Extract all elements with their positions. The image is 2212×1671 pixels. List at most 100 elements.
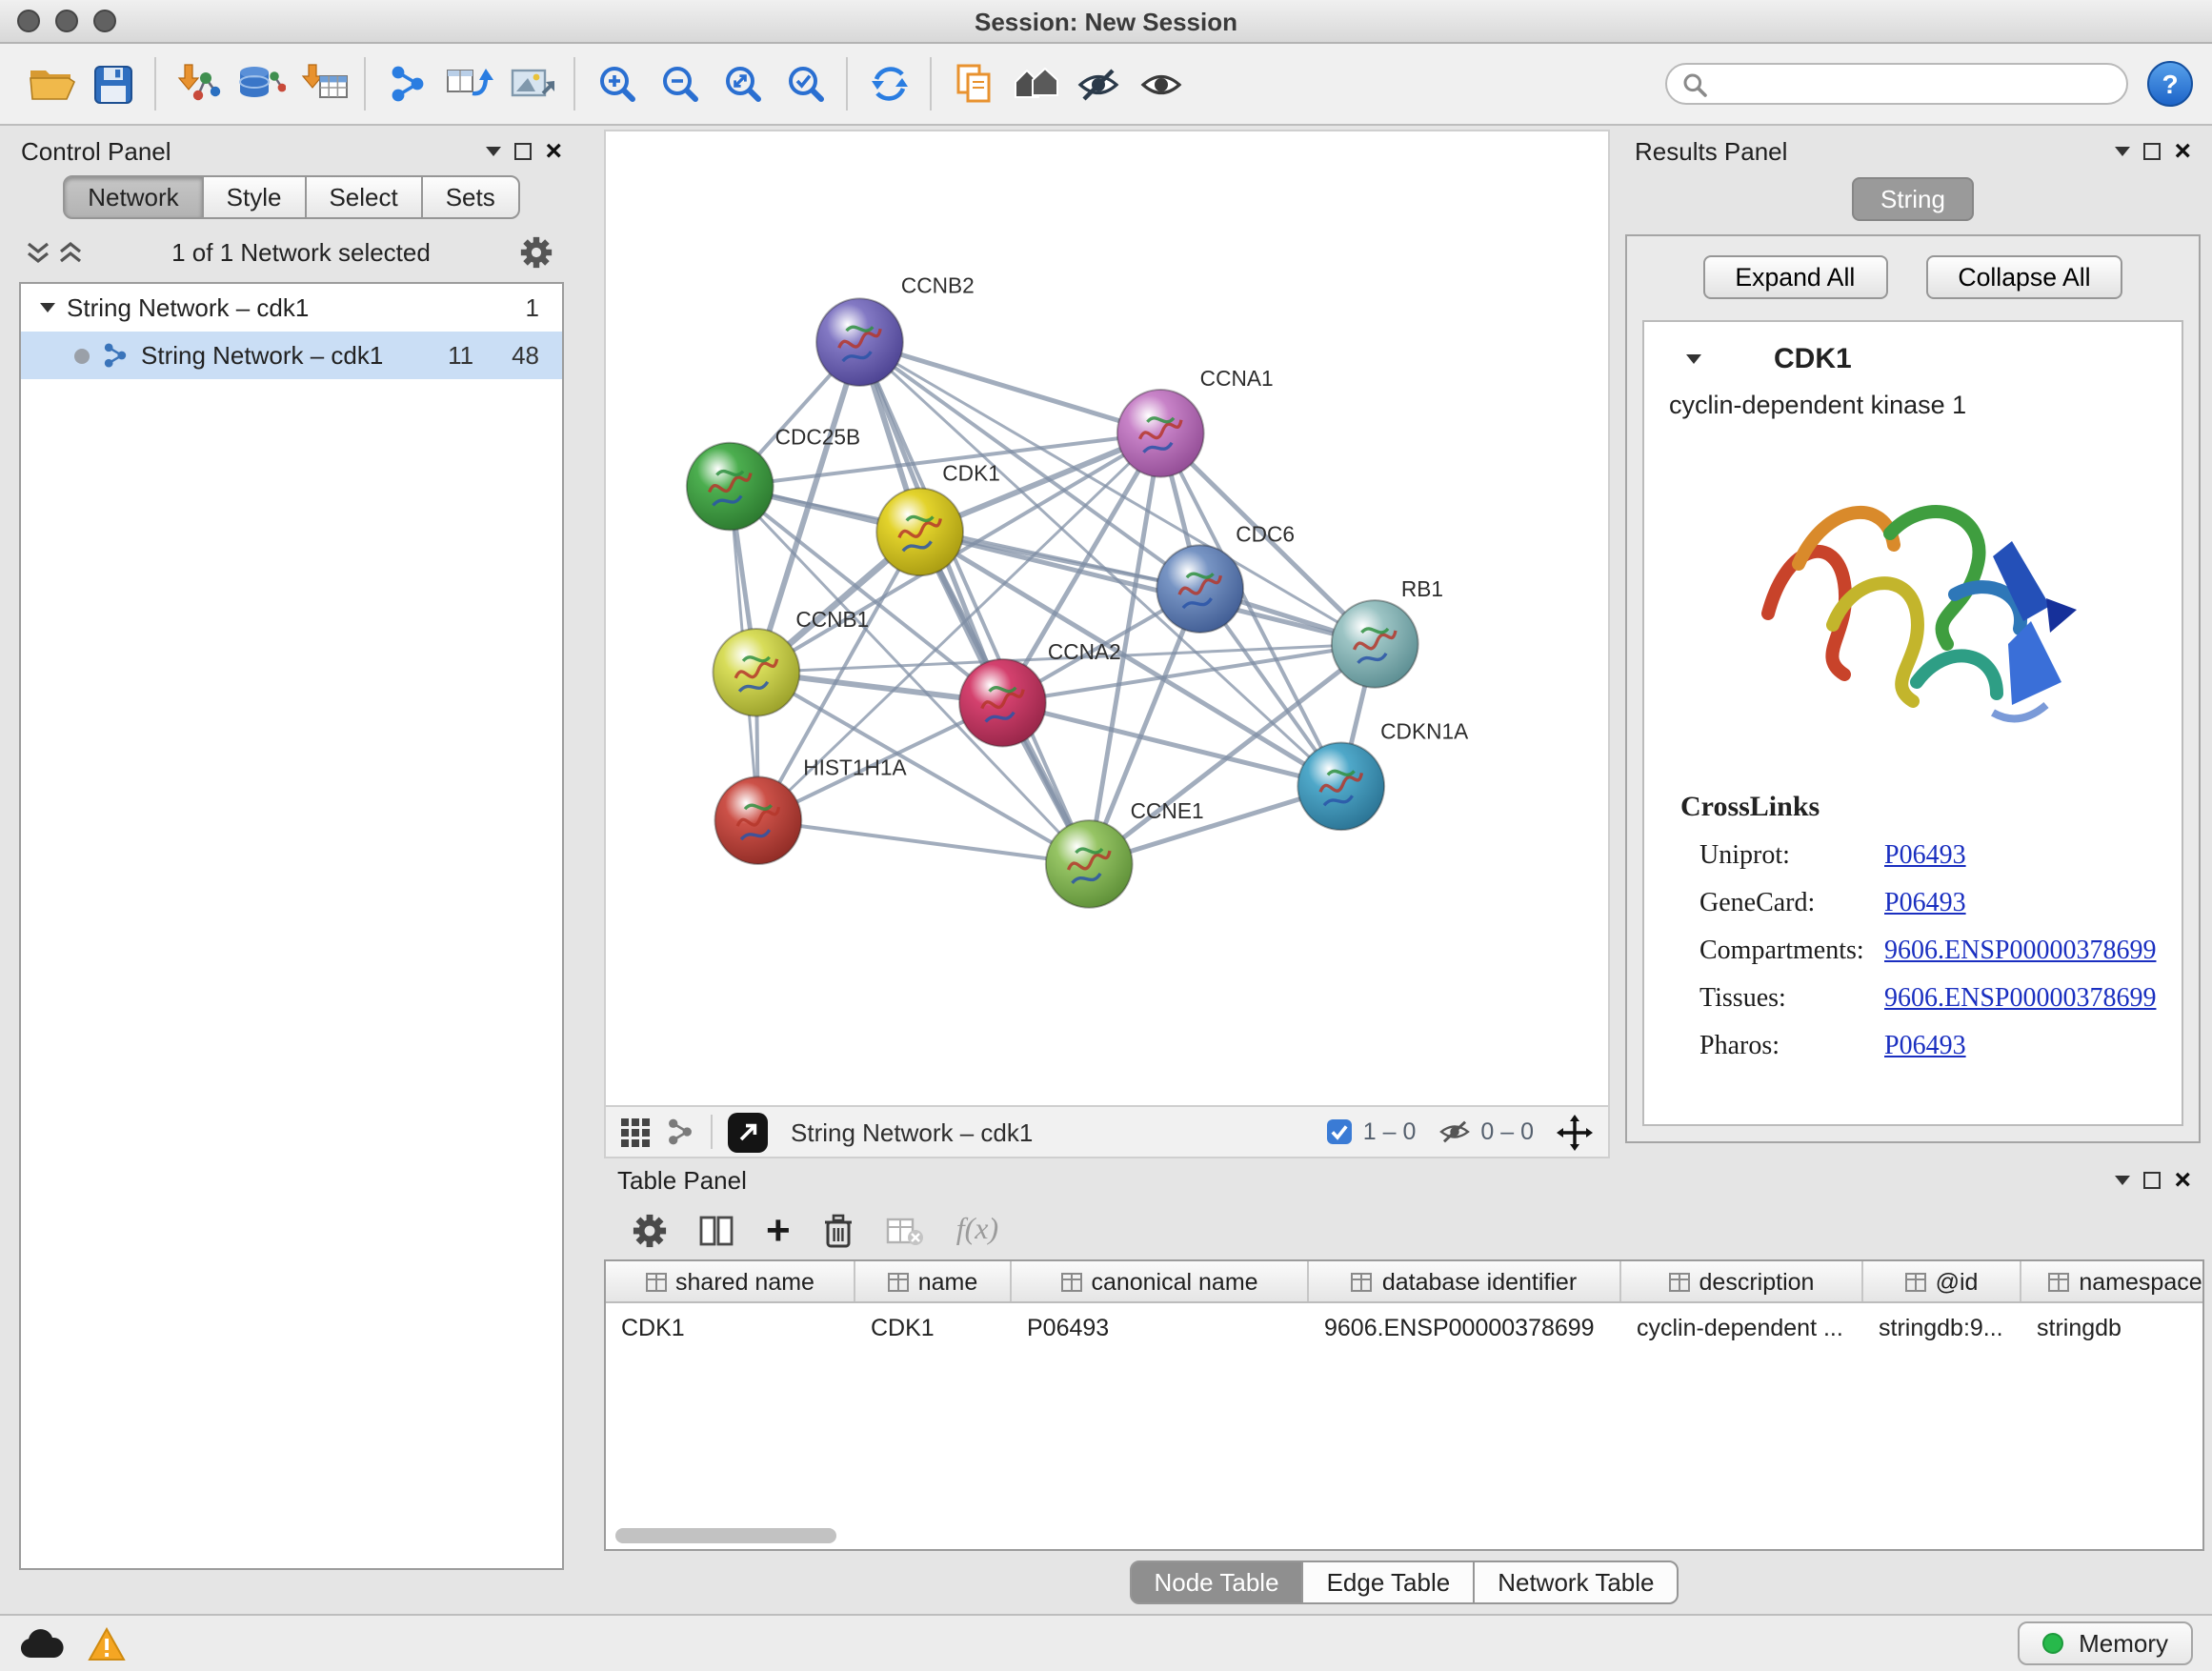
cell-description[interactable]: cyclin-dependent ... xyxy=(1621,1314,1863,1340)
duplicate-page-button[interactable] xyxy=(941,51,1004,116)
results-panel-title: Results Panel xyxy=(1635,136,1787,165)
disclosure-triangle-icon[interactable] xyxy=(40,303,55,312)
import-network-database-button[interactable] xyxy=(229,51,292,116)
panel-float-icon[interactable] xyxy=(2143,1171,2161,1188)
network-row[interactable]: String Network – cdk1 11 48 xyxy=(21,332,562,379)
new-network-button[interactable] xyxy=(375,51,438,116)
import-network-database-icon xyxy=(235,63,285,105)
delete-table-icon-disabled[interactable] xyxy=(886,1215,924,1245)
network-edge-HIST1H1A-CCNE1[interactable] xyxy=(758,820,1089,864)
show-columns-icon[interactable] xyxy=(699,1215,734,1245)
zoom-selected-button[interactable] xyxy=(774,51,836,116)
expand-all-button[interactable]: Expand All xyxy=(1702,255,1887,299)
table-settings-gear-icon[interactable] xyxy=(633,1213,667,1247)
open-session-button[interactable] xyxy=(19,51,82,116)
zoom-in-icon xyxy=(595,63,637,105)
column-header-name[interactable]: name xyxy=(855,1261,1012,1301)
network-canvas[interactable]: CCNB2CCNA1CDC25BCDK1CDC6RB1CCNB1CCNA2CDK… xyxy=(604,130,1610,1107)
tab-style[interactable]: Style xyxy=(202,175,307,219)
panel-collapse-icon[interactable] xyxy=(2115,1175,2130,1184)
expand-all-icon[interactable] xyxy=(59,240,82,265)
network-edge-CCNB2-CCNA1[interactable] xyxy=(859,342,1160,433)
hide-selected-button[interactable] xyxy=(1067,51,1130,116)
crosslink-link[interactable]: 9606.ENSP00000378699 xyxy=(1884,937,2156,968)
column-header-id[interactable]: @id xyxy=(1863,1261,2021,1301)
move-tool-icon[interactable] xyxy=(1557,1114,1593,1150)
tab-node-table[interactable]: Node Table xyxy=(1129,1560,1303,1604)
selected-checkbox-icon[interactable] xyxy=(1327,1118,1354,1145)
cell-id[interactable]: stringdb:9... xyxy=(1863,1314,2021,1340)
network-graph[interactable]: CCNB2CCNA1CDC25BCDK1CDC6RB1CCNB1CCNA2CDK… xyxy=(606,131,1608,1105)
show-all-button[interactable] xyxy=(1130,51,1193,116)
string-tab[interactable]: String xyxy=(1852,177,1974,221)
minimize-window-button[interactable] xyxy=(55,10,78,32)
crosslink-link[interactable]: P06493 xyxy=(1884,842,1966,873)
table-row[interactable]: CDK1 CDK1 P06493 9606.ENSP00000378699 cy… xyxy=(606,1303,2202,1351)
panel-float-icon[interactable] xyxy=(2143,142,2161,159)
delete-trash-icon[interactable] xyxy=(823,1213,854,1247)
network-from-table-button[interactable] xyxy=(438,51,501,116)
column-sort-icon xyxy=(1060,1272,1081,1291)
column-header-shared-name[interactable]: shared name xyxy=(606,1261,855,1301)
right-column: CCNB2CCNA1CDC25BCDK1CDC6RB1CCNB1CCNA2CDK… xyxy=(593,130,2204,1614)
group-nodes-button[interactable] xyxy=(1004,51,1067,116)
memory-button[interactable]: Memory xyxy=(2018,1621,2193,1665)
zoom-window-button[interactable] xyxy=(93,10,116,32)
open-in-browser-button[interactable] xyxy=(728,1112,768,1152)
panel-close-icon[interactable]: × xyxy=(2174,136,2191,165)
cell-name[interactable]: CDK1 xyxy=(855,1314,1012,1340)
column-header-canonical-name[interactable]: canonical name xyxy=(1012,1261,1309,1301)
panel-close-icon[interactable]: × xyxy=(2174,1165,2191,1194)
crosslink-link[interactable]: P06493 xyxy=(1884,1033,1966,1063)
help-button[interactable]: ? xyxy=(2147,61,2193,107)
grid-view-icon[interactable] xyxy=(621,1117,650,1146)
gene-collapse-icon[interactable] xyxy=(1686,354,1701,364)
zoom-out-button[interactable] xyxy=(648,51,711,116)
cell-shared-name[interactable]: CDK1 xyxy=(606,1314,855,1340)
close-window-button[interactable] xyxy=(17,10,40,32)
collapse-all-button[interactable]: Collapse All xyxy=(1925,255,2122,299)
title-bar: Session: New Session xyxy=(0,0,2212,44)
crosslink-link[interactable]: P06493 xyxy=(1884,890,1966,920)
tab-edge-table[interactable]: Edge Table xyxy=(1302,1560,1476,1604)
panel-collapse-icon[interactable] xyxy=(2115,146,2130,155)
panel-float-icon[interactable] xyxy=(514,142,532,159)
save-session-button[interactable] xyxy=(82,51,145,116)
warning-icon[interactable] xyxy=(88,1626,126,1661)
column-header-database-identifier[interactable]: database identifier xyxy=(1309,1261,1621,1301)
column-header-description[interactable]: description xyxy=(1621,1261,1863,1301)
refresh-button[interactable] xyxy=(857,51,920,116)
column-header-namespace[interactable]: namespace xyxy=(2021,1261,2202,1301)
network-collection-row[interactable]: String Network – cdk1 1 xyxy=(21,284,562,332)
tab-sets[interactable]: Sets xyxy=(421,175,520,219)
network-label: String Network – cdk1 xyxy=(141,341,383,370)
gene-card-header[interactable]: CDK1 xyxy=(1644,337,2182,391)
panel-collapse-icon[interactable] xyxy=(486,146,501,155)
horizontal-scrollbar-thumb[interactable] xyxy=(615,1528,836,1543)
cloud-icon[interactable] xyxy=(19,1628,65,1659)
cell-namespace[interactable]: stringdb xyxy=(2021,1314,2202,1340)
gear-icon[interactable] xyxy=(520,236,553,269)
panel-close-icon[interactable]: × xyxy=(545,136,562,165)
add-column-icon[interactable]: + xyxy=(766,1209,791,1251)
table-toolbar: + xyxy=(604,1200,2204,1259)
import-table-button[interactable] xyxy=(292,51,354,116)
zoom-fit-button[interactable] xyxy=(711,51,774,116)
network-edge-CCNB2-CCNE1[interactable] xyxy=(859,342,1089,864)
crosslink-link[interactable]: 9606.ENSP00000378699 xyxy=(1884,985,2156,1016)
cell-database-identifier[interactable]: 9606.ENSP00000378699 xyxy=(1309,1314,1621,1340)
export-image-button[interactable] xyxy=(501,51,564,116)
share-network-icon[interactable] xyxy=(665,1117,695,1147)
hidden-eye-slash-icon[interactable] xyxy=(1438,1118,1471,1145)
control-panel-title: Control Panel xyxy=(21,136,171,165)
global-search-field[interactable] xyxy=(1665,63,2128,105)
cell-canonical-name[interactable]: P06493 xyxy=(1012,1314,1309,1340)
collapse-all-icon[interactable] xyxy=(27,240,50,265)
tab-network[interactable]: Network xyxy=(63,175,203,219)
search-input[interactable] xyxy=(1717,70,2111,97)
import-network-file-button[interactable] xyxy=(166,51,229,116)
zoom-in-button[interactable] xyxy=(585,51,648,116)
tab-select[interactable]: Select xyxy=(304,175,422,219)
function-builder-icon-disabled[interactable]: f(x) xyxy=(956,1213,998,1247)
tab-network-table[interactable]: Network Table xyxy=(1473,1560,1679,1604)
